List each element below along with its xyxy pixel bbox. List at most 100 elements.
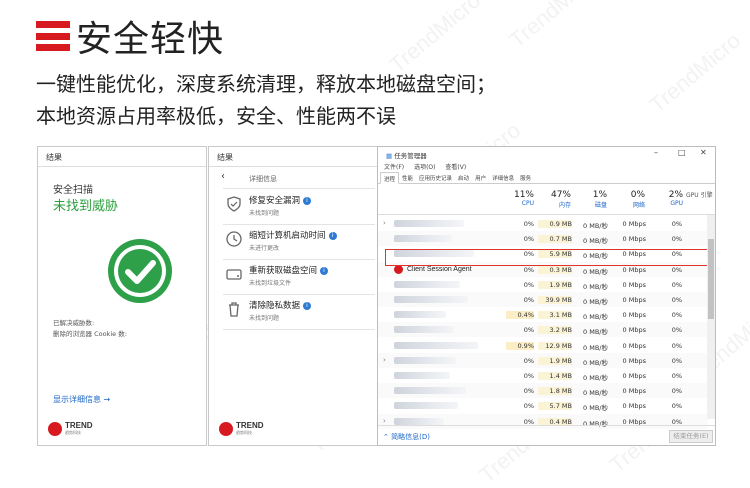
subtitle-line-1: 一键性能优化，深度系统清理，释放本地磁盘空间； — [36, 72, 496, 96]
process-row[interactable]: 0% 1.8 MB 0 MB/秒 0 Mbps 0% — [378, 383, 708, 399]
task-status: 未找到问题 — [249, 210, 280, 217]
deleted-cookies-note: 删除的浏览器 Cookie 数: — [53, 330, 127, 338]
tab-details[interactable]: 详细信息 — [489, 172, 517, 183]
page-title: 安全轻快 — [76, 19, 225, 60]
tab-app-history[interactable]: 应用历史记录 — [416, 172, 455, 183]
info-icon[interactable]: i — [303, 197, 312, 205]
watermark-text: TrendMicro — [384, 0, 486, 78]
blurred-process-name — [394, 387, 466, 395]
menu-bars-icon — [36, 21, 70, 51]
expand-chevron-icon[interactable]: › — [383, 219, 386, 227]
process-row[interactable]: 0% 5.7 MB 0 MB/秒 0 Mbps 0% — [378, 398, 708, 413]
task-privacy-data[interactable]: 清除隐私数据 i 未找到问题 — [223, 296, 375, 330]
cell-disk: 0 MB/秒 — [583, 222, 608, 230]
cell-disk: 0 MB/秒 — [583, 389, 608, 398]
process-row[interactable]: 0% 1.4 MB 0 MB/秒 0 Mbps 0% — [378, 368, 708, 383]
logo-subtext: 趋势科技 — [236, 430, 252, 435]
menu-options[interactable]: 选项(O) — [414, 164, 435, 171]
cell-mem: 3.1 MB — [538, 311, 572, 320]
column-network[interactable]: 0% 网络 — [621, 190, 645, 209]
cell-net: 0 Mbps — [622, 372, 646, 380]
process-row[interactable]: 0.4% 3.1 MB 0 MB/秒 0 Mbps 0% — [378, 307, 708, 322]
column-gpu-engine[interactable]: GPU 引擎 — [686, 190, 715, 199]
column-memory[interactable]: 47% 内存 — [545, 190, 571, 209]
column-gpu[interactable]: 2% GPU — [663, 190, 683, 207]
process-row[interactable]: › 0% 0.9 MB 0 MB/秒 0 Mbps 0% — [378, 216, 708, 231]
fewer-details-label: 简略信息(D) — [391, 433, 430, 441]
cell-cpu: 0% — [523, 235, 534, 244]
tab-startup[interactable]: 启动 — [455, 172, 472, 183]
trash-icon — [229, 302, 239, 317]
blurred-process-name — [394, 235, 452, 243]
column-cpu[interactable]: 11% CPU — [510, 190, 534, 207]
blurred-process-name — [394, 280, 460, 288]
cell-cpu: 0% — [523, 326, 534, 335]
task-status: 未找到问题 — [249, 315, 280, 322]
cell-net: 0 Mbps — [622, 311, 646, 320]
expand-chevron-icon[interactable]: › — [383, 417, 386, 425]
cell-disk: 0 MB/秒 — [583, 313, 608, 322]
process-row[interactable]: 0% 1.9 MB 0 MB/秒 0 Mbps 0% — [378, 277, 708, 292]
process-name: Client Session Agent — [407, 265, 472, 273]
clock-icon — [226, 231, 242, 247]
column-disk[interactable]: 1% 磁盘 — [583, 190, 607, 209]
fewer-details-button[interactable]: ⌃ 简略信息(D) — [383, 432, 430, 442]
blurred-process-name — [394, 402, 458, 410]
back-arrow-icon[interactable]: ‹ — [221, 171, 225, 182]
process-row[interactable]: 0% 0.7 MB 0 MB/秒 0 Mbps 0% — [378, 231, 708, 247]
scrollbar[interactable] — [707, 215, 715, 419]
cell-gpu: 0% — [671, 265, 682, 274]
tab-performance[interactable]: 性能 — [399, 172, 416, 183]
cell-net: 0 Mbps — [622, 296, 646, 304]
process-row[interactable]: › 0% 1.9 MB 0 MB/秒 0 Mbps 0% — [378, 352, 708, 368]
tab-services[interactable]: 服务 — [517, 172, 534, 183]
task-manager-icon: ▦ — [386, 152, 393, 160]
maximize-icon[interactable]: □ — [678, 148, 686, 157]
task-fix-vulnerabilities[interactable]: 修复安全漏洞 i 未找到问题 — [223, 191, 375, 225]
column-label: 网络 — [632, 202, 645, 209]
tab-processes[interactable]: 进程 — [380, 172, 400, 184]
cell-disk: 0 MB/秒 — [583, 267, 608, 276]
header: 安全轻快 — [36, 10, 224, 62]
scan-result: 未找到威胁 — [53, 199, 119, 214]
task-disk-space[interactable]: 重新获取磁盘空间 i 未找到垃圾文件 — [223, 261, 375, 295]
cell-gpu: 0% — [671, 311, 682, 320]
info-icon[interactable]: i — [320, 267, 329, 275]
cell-cpu: 0% — [523, 265, 534, 274]
column-pct: 0% — [630, 190, 645, 200]
column-label: CPU — [521, 200, 534, 207]
menu-file[interactable]: 文件(F) — [384, 164, 404, 171]
task-startup-time[interactable]: 缩短计算机启动时间 i 未进行更改 — [223, 226, 375, 260]
trend-logo: TREND 趋势科技 — [48, 422, 93, 436]
highlight-box — [385, 249, 710, 266]
cell-mem: 1.9 MB — [538, 280, 572, 289]
expand-chevron-icon[interactable]: › — [383, 356, 386, 364]
minimize-icon[interactable]: – — [654, 148, 658, 157]
tab-users[interactable]: 用户 — [472, 172, 489, 183]
watermark-text: TrendMicro — [644, 27, 746, 118]
menu-view[interactable]: 查看(V) — [445, 164, 466, 171]
info-icon[interactable]: i — [328, 232, 337, 240]
blurred-process-name — [394, 356, 456, 364]
cell-net: 0 Mbps — [622, 387, 646, 396]
window-title: 结果 — [209, 147, 377, 167]
show-details-link[interactable]: 显示详细信息 → — [53, 394, 110, 405]
cell-net: 0 Mbps — [622, 356, 646, 365]
end-task-button[interactable]: 结束任务(E) — [669, 430, 713, 443]
shield-tool-icon — [227, 196, 241, 212]
process-row[interactable]: 0.9% 12.9 MB 0 MB/秒 0 Mbps 0% — [378, 338, 708, 353]
scrollbar-thumb[interactable] — [708, 239, 714, 319]
detail-window: 结果 ‹ 详细信息 修复安全漏洞 i 未找到问题 缩短计算机启动时间 i 未进行更改… — [208, 146, 378, 446]
cell-gpu: 0% — [671, 296, 682, 304]
info-icon[interactable]: i — [303, 302, 312, 310]
cell-disk: 0 MB/秒 — [583, 358, 608, 367]
process-row[interactable]: 0% 3.2 MB 0 MB/秒 0 Mbps 0% — [378, 322, 708, 338]
column-label: 磁盘 — [594, 202, 607, 209]
cell-gpu: 0% — [671, 356, 682, 365]
process-row[interactable]: 0% 39.9 MB 0 MB/秒 0 Mbps 0% — [378, 292, 708, 307]
cell-disk: 0 MB/秒 — [583, 404, 608, 413]
arrow-right-icon: → — [103, 395, 111, 404]
cell-cpu: 0% — [523, 387, 534, 396]
breadcrumb: 详细信息 — [249, 175, 277, 183]
close-icon[interactable]: ✕ — [700, 148, 707, 157]
